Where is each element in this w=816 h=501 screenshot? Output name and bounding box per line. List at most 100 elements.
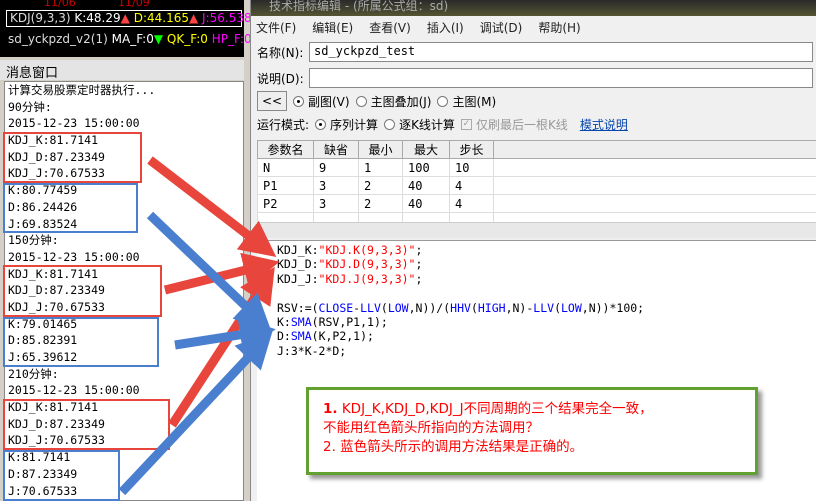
radio-sequence[interactable] <box>315 119 327 130</box>
table-cell[interactable]: 1 <box>358 158 403 177</box>
name-label: 名称(N): <box>257 45 304 60</box>
kdj-k: K:48.29 <box>74 11 121 25</box>
code-line: RSV:=(CLOSE-LLV(LOW,N))/(HHV(HIGH,N)-LLV… <box>277 300 645 315</box>
log-line: 计算交易股票定时器执行... <box>8 83 156 97</box>
table-cell[interactable]: 4 <box>449 176 494 195</box>
blue-highlight-box <box>3 183 138 233</box>
annotation-note: 1. KDJ_K,KDJ_D,KDJ_J不同周期的三个结果完全一致， 不能用红色… <box>306 387 758 475</box>
name-input[interactable]: sd_yckpzd_test <box>309 42 813 62</box>
radio-label: 主图(M) <box>452 94 497 109</box>
col-header[interactable]: 参数名 <box>257 140 314 159</box>
menu-edit[interactable]: 编辑(E) <box>312 19 353 35</box>
code-line: J:3*K-2*D; <box>277 343 347 358</box>
col-header[interactable]: 步长 <box>449 140 494 159</box>
log-line: 2015-12-23 15:00:00 <box>8 249 140 264</box>
radio-label: 副图(V) <box>308 94 350 109</box>
qk-f: QK_F:0 <box>166 32 208 46</box>
radio-label: 逐K线计算 <box>399 118 455 132</box>
desc-input[interactable] <box>309 68 813 88</box>
down-arrow-icon: ▼ <box>153 32 164 46</box>
menu-file[interactable]: 文件(F) <box>256 19 296 35</box>
radio-per-bar[interactable] <box>384 119 396 130</box>
log-line: 150分钟: <box>8 233 59 248</box>
table-row[interactable]: P1 3 2 40 4 <box>257 176 816 195</box>
menu-bar: 文件(F) 编辑(E) 查看(V) 插入(I) 调试(D) 帮助(H) <box>251 16 816 38</box>
log-line: 90分钟: <box>8 99 52 114</box>
note-num: 1. <box>323 401 338 417</box>
last-bar-checkbox[interactable]: ✓ <box>460 119 472 130</box>
table-cell[interactable]: 100 <box>402 158 450 177</box>
col-header[interactable]: 最小 <box>358 140 403 159</box>
table-cell[interactable]: 3 <box>313 194 359 213</box>
note-line: KDJ_K,KDJ_D,KDJ_J不同周期的三个结果完全一致， <box>341 401 653 417</box>
note-line: 不能用红色箭头所指向的方法调用？ <box>323 420 539 436</box>
col-header[interactable]: 最大 <box>402 140 450 159</box>
table-cell-empty <box>493 158 816 177</box>
mode-help-link[interactable]: 模式说明 <box>580 116 628 133</box>
table-cell-empty <box>493 194 816 213</box>
radio-label: 序列计算 <box>330 118 379 132</box>
horizontal-scrollbar[interactable] <box>257 222 816 238</box>
sd-label: sd_yckpzd_v2(1) <box>8 32 108 46</box>
message-window-title: 消息窗口 <box>0 60 244 81</box>
red-highlight-box <box>3 265 162 317</box>
note-line: 2. 蓝色箭头所示的调用方法结果是正确的。 <box>323 439 584 455</box>
date-label: 11/06 <box>44 0 76 9</box>
date-label: 11/09 <box>118 0 150 9</box>
code-line: KDJ_J:"KDJ.J(9,3,3)"; <box>277 271 423 286</box>
red-highlight-box <box>3 132 142 183</box>
table-cell[interactable]: 10 <box>449 158 494 177</box>
table-cell[interactable]: 9 <box>313 158 359 177</box>
ma-f: MA_F:0 <box>111 32 154 46</box>
radio-label: 主图叠加(J) <box>370 94 432 109</box>
table-cell[interactable]: 40 <box>402 194 450 213</box>
blue-highlight-box <box>3 450 120 501</box>
menu-help[interactable]: 帮助(H) <box>538 19 580 35</box>
menu-view[interactable]: 查看(V) <box>369 19 411 35</box>
table-cell-empty <box>493 176 816 195</box>
window-title: 技术指标编辑 - (所属公式组：sd) <box>251 0 816 16</box>
col-header-empty <box>493 140 816 159</box>
checkbox-label: 仅刷最后一根K线 <box>475 118 568 132</box>
table-cell[interactable]: P2 <box>257 194 314 213</box>
blue-highlight-box <box>3 317 159 367</box>
table-cell[interactable]: 2 <box>358 194 403 213</box>
up-arrow-icon: ▲ <box>188 11 199 25</box>
kdj-j: J:56.538 <box>202 11 252 25</box>
left-panel: 11/06 11/09 KDJ(9,3,3) K:48.29▲ D:44.165… <box>0 0 252 501</box>
param-table[interactable]: 参数名 缺省 最小 最大 步长 N 9 1 100 10 P1 3 2 40 4 P2 3 2 40 4 <box>257 140 816 231</box>
table-cell[interactable]: 2 <box>358 176 403 195</box>
radio-sub-chart[interactable] <box>293 95 304 107</box>
col-header[interactable]: 缺省 <box>313 140 359 159</box>
radio-main-overlay[interactable] <box>355 95 367 107</box>
collapse-button[interactable]: << <box>257 91 287 111</box>
table-cell[interactable]: P1 <box>257 176 314 195</box>
red-highlight-box <box>3 399 170 450</box>
indicator-chart-strip: 11/06 11/09 KDJ(9,3,3) K:48.29▲ D:44.165… <box>0 0 252 57</box>
up-arrow-icon: ▲ <box>120 11 130 25</box>
menu-insert[interactable]: 插入(I) <box>427 19 464 35</box>
log-line: 210分钟: <box>8 366 59 381</box>
kdj-readout: KDJ(9,3,3) K:48.29▲ D:44.165▲ J:56.538 <box>6 10 252 27</box>
kdj-label: KDJ(9,3,3) <box>10 11 71 25</box>
desc-label: 说明(D): <box>257 71 304 86</box>
table-cell[interactable]: 3 <box>313 176 359 195</box>
log-line: 2015-12-23 15:00:00 <box>8 116 140 131</box>
table-cell[interactable]: 4 <box>449 194 494 213</box>
code-line: KDJ_D:"KDJ.D(9,3,3)"; <box>277 257 423 272</box>
code-line: D:SMA(K,P2,1); <box>277 329 374 344</box>
table-cell[interactable]: 40 <box>402 176 450 195</box>
table-row[interactable]: P2 3 2 40 4 <box>257 194 816 213</box>
code-line: KDJ_K:"KDJ.K(9,3,3)"; <box>277 243 423 257</box>
table-cell[interactable]: N <box>257 158 314 177</box>
hp-f: HP_F:0 <box>211 32 252 46</box>
radio-main-chart[interactable] <box>437 95 449 107</box>
log-line: 2015-12-23 15:00:00 <box>8 383 140 398</box>
sd-indicator-readout: sd_yckpzd_v2(1) MA_F:0▼ QK_F:0 HP_F:0 <box>8 32 252 46</box>
table-row[interactable]: N 9 1 100 10 <box>257 158 816 177</box>
code-line: K:SMA(RSV,P1,1); <box>277 314 388 329</box>
run-mode-label: 运行模式: <box>257 118 310 132</box>
menu-debug[interactable]: 调试(D) <box>480 19 523 35</box>
kdj-d: D:44.165 <box>133 11 189 25</box>
